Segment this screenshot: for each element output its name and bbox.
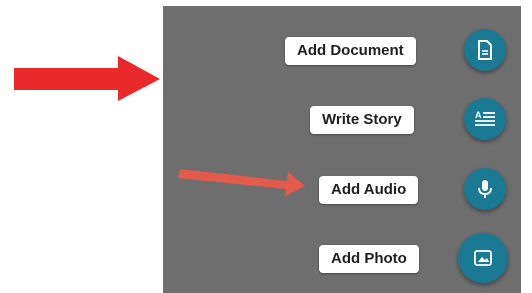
annotation-arrow-audio <box>178 169 305 196</box>
screenshot-stage: Add Document Write Story A Add Audio Add… <box>0 0 532 293</box>
